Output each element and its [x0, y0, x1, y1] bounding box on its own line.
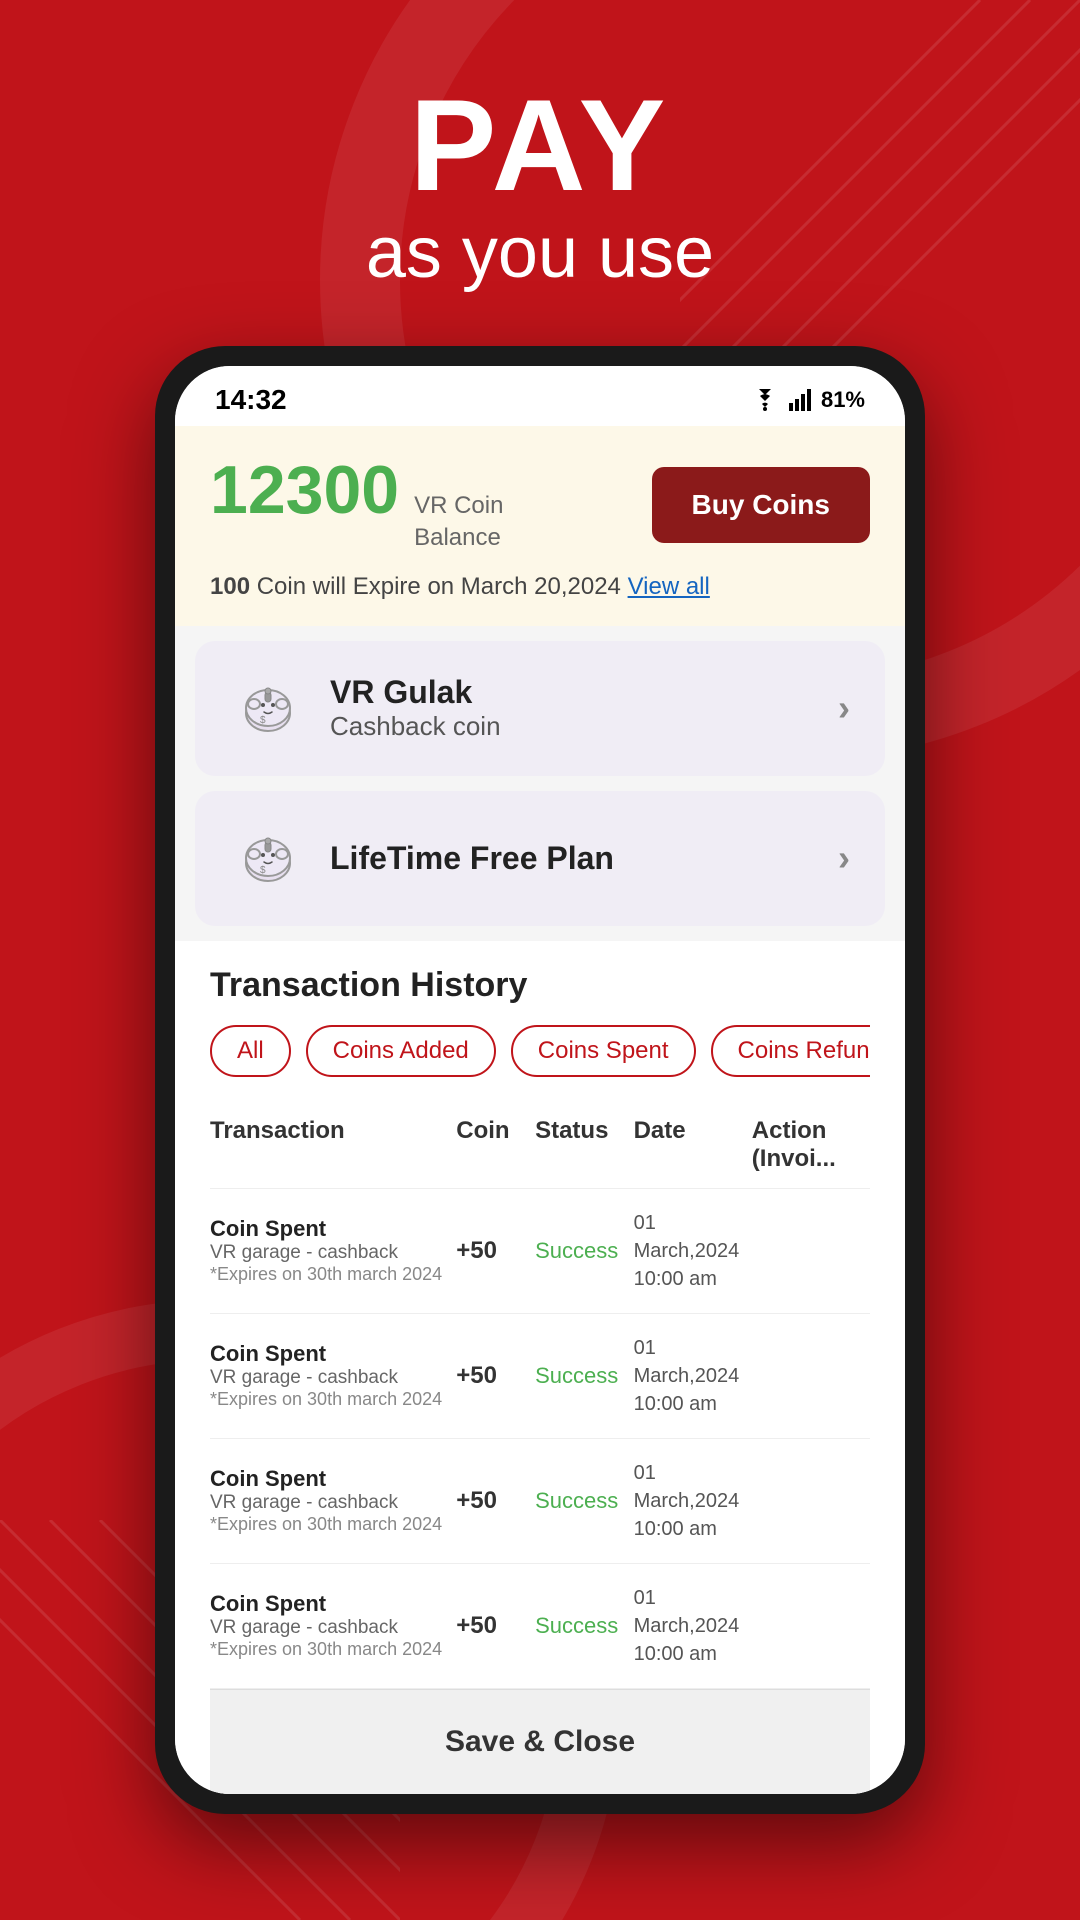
save-close-button[interactable]: Save & Close: [210, 1689, 870, 1794]
transaction-cell: Coin Spent VR garage - cashback *Expires…: [210, 1466, 456, 1535]
vr-gulak-chevron: ›: [838, 687, 850, 729]
transaction-cell: Coin Spent VR garage - cashback *Expires…: [210, 1591, 456, 1660]
vr-gulak-title: VR Gulak: [330, 674, 501, 711]
status-icons: 81%: [751, 387, 865, 413]
date-cell: 01 March,202410:00 am: [634, 1584, 752, 1668]
lifetime-plan-card[interactable]: $ LifeTime Free Plan ›: [195, 791, 885, 926]
coin-cell: +50: [456, 1612, 535, 1640]
lifetime-plan-left: $ LifeTime Free Plan: [230, 821, 614, 896]
date-cell: 01 March,202410:00 am: [634, 1209, 752, 1293]
svg-text:$: $: [260, 715, 266, 726]
expiry-count: 100: [210, 573, 250, 600]
balance-row: 12300 VR Coin Balance Buy Coins: [210, 456, 870, 552]
svg-text:$: $: [260, 865, 266, 876]
coin-balance-area: 12300 VR Coin Balance Buy Coins 100 Coin…: [175, 426, 905, 625]
table-row: Coin Spent VR garage - cashback *Expires…: [210, 1314, 870, 1439]
vr-gulak-left: $ VR Gulak Cashback coin: [230, 671, 501, 746]
transaction-cell: Coin Spent VR garage - cashback *Expires…: [210, 1341, 456, 1410]
balance-left: 12300 VR Coin Balance: [210, 456, 503, 552]
status-bar: 14:32: [175, 366, 905, 426]
col-date: Date: [634, 1117, 752, 1173]
lifetime-plan-title: LifeTime Free Plan: [330, 840, 614, 877]
phone-frame: 14:32: [155, 346, 925, 1813]
phone-mockup: 14:32: [155, 346, 925, 1813]
coin-label: VR Coin Balance: [414, 490, 503, 552]
filter-tab-all[interactable]: All: [210, 1025, 291, 1077]
transaction-section: Transaction History All Coins Added Coin…: [175, 941, 905, 1794]
col-status: Status: [535, 1117, 634, 1173]
vr-gulak-card[interactable]: $ VR Gulak Cashback coin ›: [195, 641, 885, 776]
filter-tab-coins-added[interactable]: Coins Added: [306, 1025, 496, 1077]
transaction-cell: Coin Spent VR garage - cashback *Expires…: [210, 1216, 456, 1285]
table-header: Transaction Coin Status Date Action (Inv…: [210, 1102, 870, 1189]
status-time: 14:32: [215, 384, 287, 416]
date-cell: 01 March,202410:00 am: [634, 1334, 752, 1418]
phone-screen: 14:32: [175, 366, 905, 1793]
col-transaction: Transaction: [210, 1117, 456, 1173]
header-section: PAY as you use: [0, 0, 1080, 346]
lifetime-plan-chevron: ›: [838, 837, 850, 879]
col-coin: Coin: [456, 1117, 535, 1173]
vr-gulak-icon: $: [230, 671, 305, 746]
status-cell: Success: [535, 1238, 634, 1264]
expiry-row: 100 Coin will Expire on March 20,2024 Vi…: [210, 573, 870, 601]
signal-icon: [789, 389, 811, 411]
lifetime-plan-icon: $: [230, 821, 305, 896]
date-cell: 01 March,202410:00 am: [634, 1459, 752, 1543]
battery-indicator: 81%: [821, 387, 865, 413]
table-row: Coin Spent VR garage - cashback *Expires…: [210, 1189, 870, 1314]
expiry-text: Coin will Expire on March 20,2024: [257, 573, 628, 600]
coin-cell: +50: [456, 1362, 535, 1390]
status-cell: Success: [535, 1613, 634, 1639]
lifetime-plan-text: LifeTime Free Plan: [330, 840, 614, 877]
filter-tab-coins-refunded[interactable]: Coins Refunde...: [711, 1025, 870, 1077]
pay-title: PAY: [0, 80, 1080, 210]
vr-gulak-subtitle: Cashback coin: [330, 711, 501, 742]
filter-tabs: All Coins Added Coins Spent Coins Refund…: [210, 1025, 870, 1077]
wifi-icon: [751, 389, 779, 411]
col-action: Action (Invoi...: [752, 1117, 870, 1173]
coin-cell: +50: [456, 1487, 535, 1515]
coin-cell: +50: [456, 1237, 535, 1265]
status-cell: Success: [535, 1488, 634, 1514]
filter-tab-coins-spent[interactable]: Coins Spent: [511, 1025, 696, 1077]
table-row: Coin Spent VR garage - cashback *Expires…: [210, 1564, 870, 1689]
coin-amount: 12300: [210, 456, 399, 524]
table-row: Coin Spent VR garage - cashback *Expires…: [210, 1439, 870, 1564]
status-cell: Success: [535, 1363, 634, 1389]
pay-subtitle: as you use: [0, 210, 1080, 296]
vr-gulak-text: VR Gulak Cashback coin: [330, 674, 501, 742]
transaction-history-title: Transaction History: [210, 966, 870, 1005]
buy-coins-button[interactable]: Buy Coins: [652, 467, 870, 543]
view-all-link[interactable]: View all: [628, 573, 710, 600]
